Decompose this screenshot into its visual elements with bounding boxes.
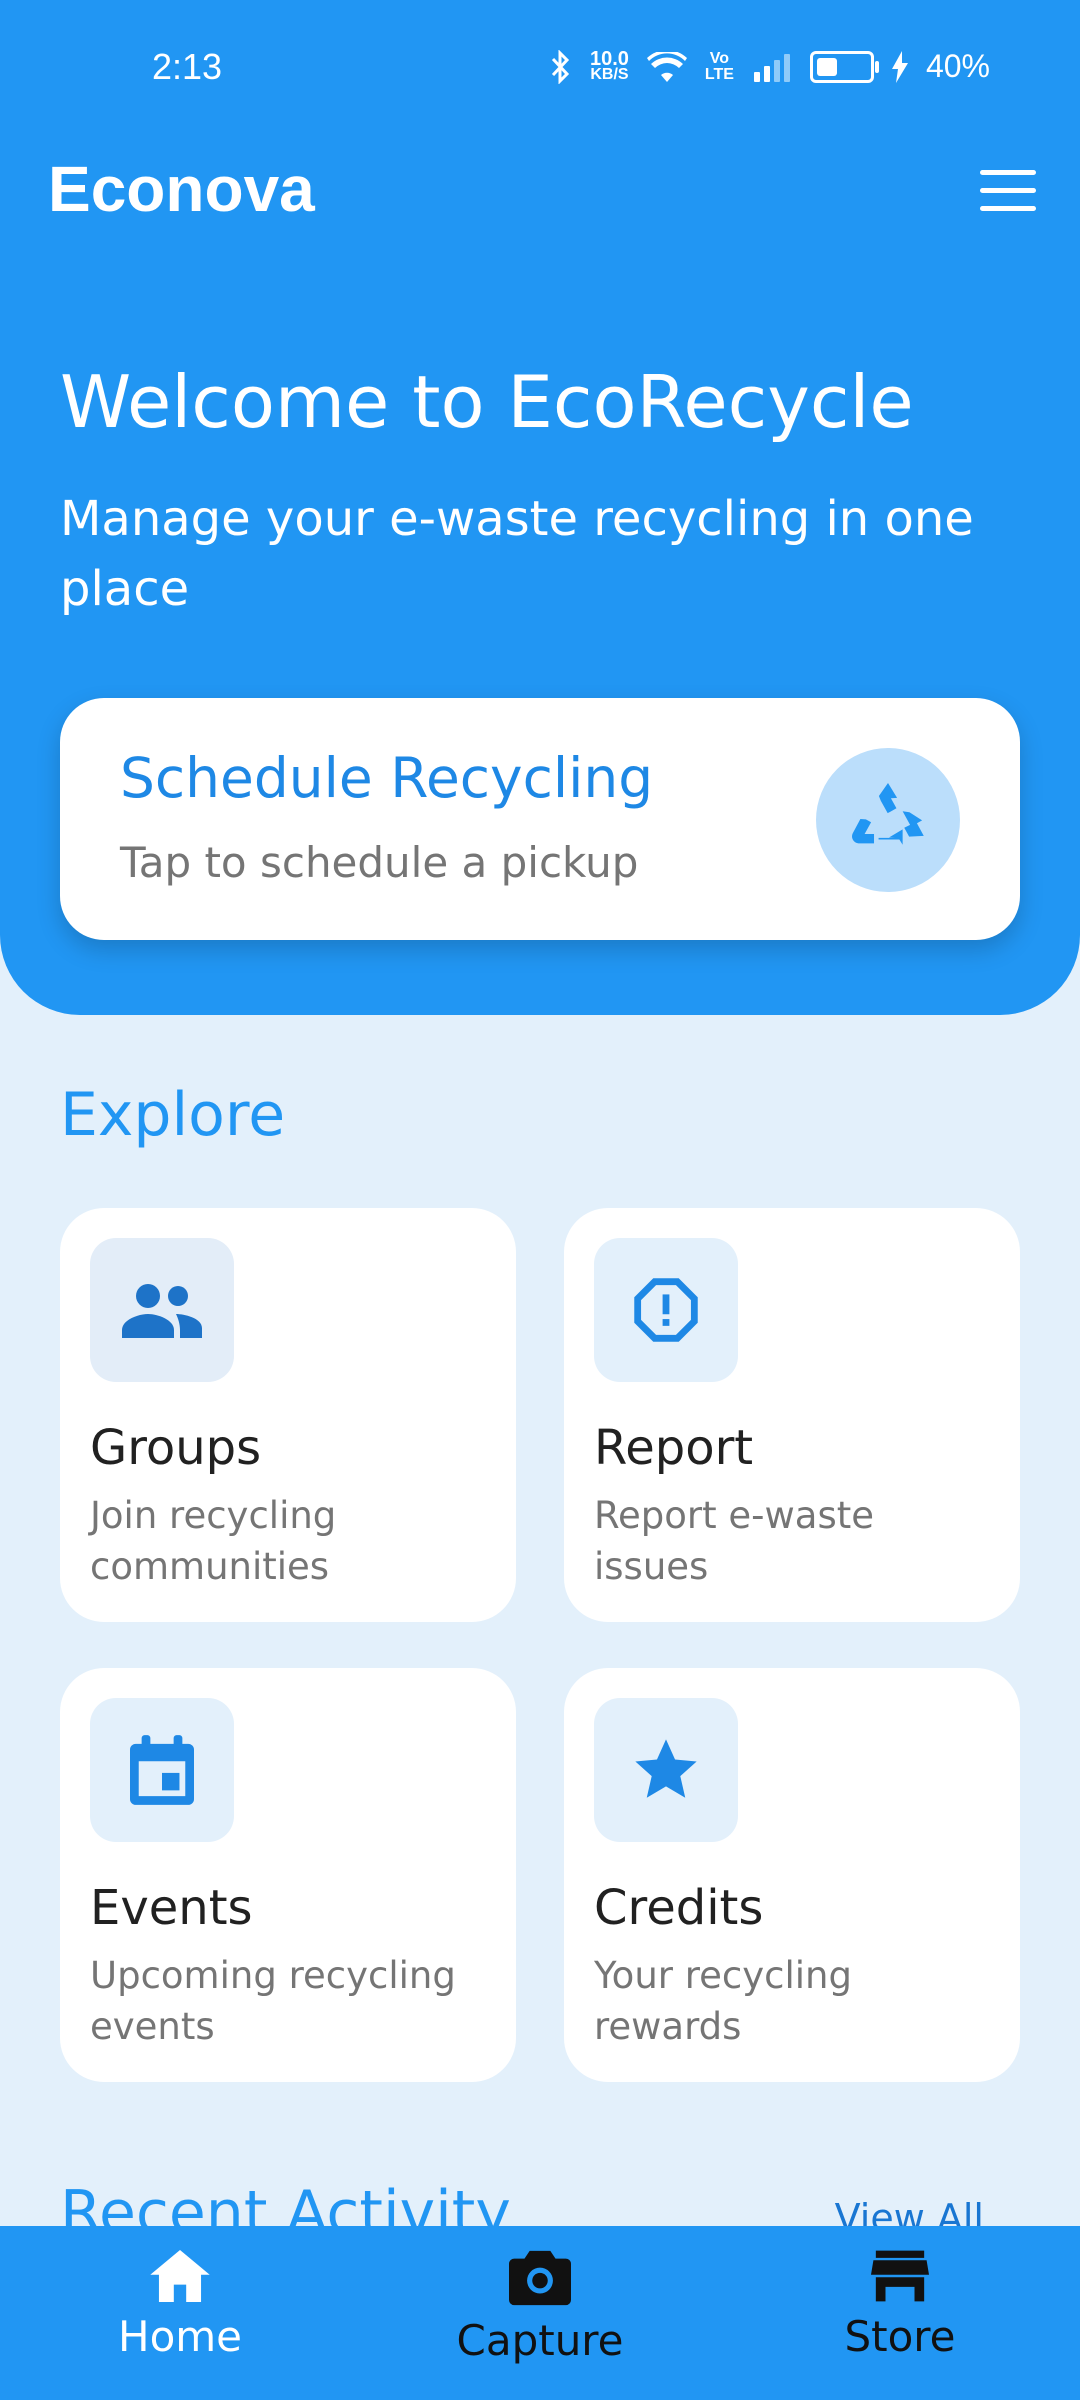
schedule-recycling-card[interactable]: Schedule Recycling Tap to schedule a pic… [60,698,1020,940]
nav-label: Store [844,2312,956,2361]
charging-icon [891,50,908,83]
signal-icon [753,53,790,82]
card-title: Groups [90,1420,262,1476]
nav-store[interactable]: Store [780,2250,1020,2361]
status-bar: 2:13 10.0 KB/S Vo LTE 40% [0,0,1080,140]
wifi-icon [646,51,687,82]
card-subtitle: Upcoming recycling events [90,1954,456,2048]
explore-card-credits[interactable]: Credits Your recycling rewards [564,1668,1020,2082]
welcome-title: Welcome to EcoRecycle [60,360,914,444]
schedule-title: Schedule Recycling [120,746,654,810]
bottom-navigation: Home Capture Store [0,2226,1080,2400]
explore-card-report[interactable]: Report Report e-waste issues [564,1208,1020,1622]
nav-home[interactable]: Home [60,2250,300,2361]
battery-percent: 40% [925,48,990,84]
explore-title: Explore [60,1080,286,1150]
hero-header: Econova Welcome to EcoRecycle Manage you… [0,0,1080,1015]
nav-label: Capture [456,2316,624,2365]
schedule-subtitle: Tap to schedule a pickup [120,838,639,887]
app-title: Econova [48,153,315,225]
bluetooth-icon [551,49,570,84]
card-title: Credits [594,1880,764,1936]
explore-card-events[interactable]: Events Upcoming recycling events [60,1668,516,2082]
nav-label: Home [117,2312,243,2361]
card-subtitle: Your recycling rewards [594,1954,852,2048]
nav-capture[interactable]: Capture [420,2250,660,2365]
card-subtitle: Join recycling communities [90,1494,337,1588]
calendar-icon [90,1698,234,1842]
store-icon [871,2250,929,2302]
volte-indicator: Vo LTE [704,49,734,83]
hamburger-menu-icon[interactable] [980,170,1036,216]
card-subtitle: Report e-waste issues [594,1494,875,1588]
welcome-subtitle: Manage your e-waste recycling in one pla… [60,491,974,617]
home-icon [150,2250,210,2302]
star-icon [594,1698,738,1842]
card-title: Report [594,1420,754,1476]
status-icons: 10.0 KB/S Vo LTE 40% [550,48,990,85]
camera-icon [509,2250,571,2306]
report-icon [594,1238,738,1382]
net-speed: 10.0 KB/S [589,47,629,83]
groups-icon [90,1238,234,1382]
status-time: 2:13 [152,46,223,87]
recycle-icon [816,748,960,892]
card-title: Events [90,1880,253,1936]
explore-card-groups[interactable]: Groups Join recycling communities [60,1208,516,1622]
battery-icon [809,50,879,83]
